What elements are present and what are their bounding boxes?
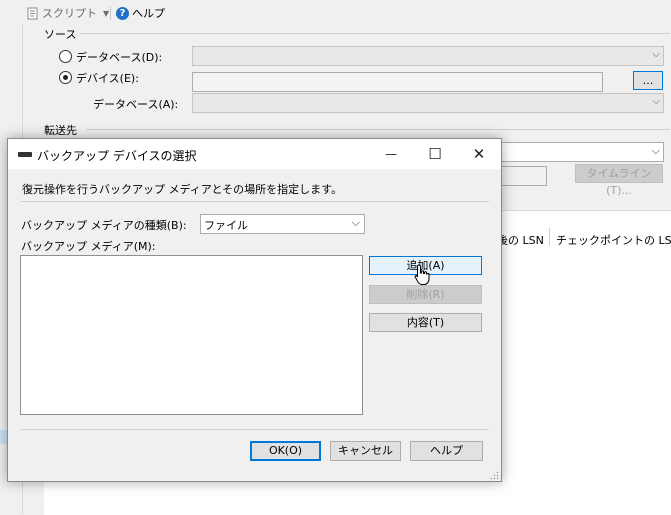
minimize-icon: — [385,147,397,161]
script-dropdown-icon[interactable]: ▼ [103,9,109,18]
device-browse-button[interactable]: ... [633,71,663,90]
contents-button[interactable]: 内容(T) [369,313,482,332]
source-section-label: ソース [44,28,77,41]
script-icon [26,7,39,20]
media-list-label: バックアップ メディア(M): [21,240,156,253]
media-type-value: ファイル [204,219,248,232]
cancel-button[interactable]: キャンセル [330,441,401,461]
media-type-label: バックアップ メディアの種類(B): [21,219,187,232]
help-button[interactable]: ? ヘルプ [116,5,165,21]
chevron-down-icon: ⌵ [351,216,360,229]
help-icon: ? [116,6,129,20]
script-button[interactable]: スクリプト ▼ [26,5,109,21]
database-radio[interactable] [59,50,72,63]
close-button[interactable]: ✕ [457,139,501,169]
minimize-button[interactable]: — [369,139,413,169]
chevron-down-icon: ⌵ [652,49,660,60]
device-radio-label: デバイス(E): [76,72,139,85]
destination-database-combo[interactable]: ⌵ [500,142,664,162]
dialog-title: バックアップ デバイスの選択 [37,149,197,163]
toolbar-separator [110,6,111,20]
mouse-cursor-icon [414,264,430,289]
media-type-select[interactable]: ファイル ⌵ [200,214,365,234]
help-label: ヘルプ [132,7,165,20]
database-radio-label: データベース(D): [76,51,163,64]
backup-device-icon [18,152,32,157]
toolbar: スクリプト ▼ ? ヘルプ [22,0,671,24]
select-backup-device-dialog: バックアップ デバイスの選択 — ☐ ✕ 復元操作を行うバックアップ メディアと… [7,138,502,482]
script-label: スクリプト [42,7,97,20]
destination-divider [86,129,670,130]
maximize-icon: ☐ [428,145,442,163]
dialog-title-bar[interactable]: バックアップ デバイスの選択 — ☐ ✕ [8,139,501,169]
dialog-description: 復元操作を行うバックアップ メディアとその場所を指定します。 [22,183,343,196]
backup-media-list[interactable] [20,255,363,415]
resize-grip-icon[interactable] [490,470,499,480]
grid-column-divider [549,228,550,246]
timeline-button[interactable]: タイムライン(T)... [575,164,663,197]
device-path-field[interactable] [192,72,603,92]
source-database-combo[interactable]: ⌵ [192,46,664,66]
chevron-down-icon: ⌵ [651,144,660,157]
ok-button[interactable]: OK(O) [250,441,321,461]
restore-to-field[interactable] [500,166,547,186]
dialog-divider-top [21,201,489,202]
source-divider [80,33,670,34]
dialog-help-button[interactable]: ヘルプ [410,441,483,461]
destination-section-label: 転送先 [44,124,77,137]
dialog-divider-bottom [21,429,489,430]
chevron-down-icon: ⌵ [652,96,660,107]
close-icon: ✕ [472,145,486,163]
device-radio[interactable] [59,71,72,84]
grid-column-header-lsn[interactable]: 後の LSN [497,232,544,248]
device-database-combo[interactable]: ⌵ [192,93,664,113]
grid-column-header-checkpoint-lsn[interactable]: チェックポイントの LSN [556,232,671,248]
maximize-button[interactable]: ☐ [413,139,457,169]
device-database-label: データベース(A): [93,98,179,111]
